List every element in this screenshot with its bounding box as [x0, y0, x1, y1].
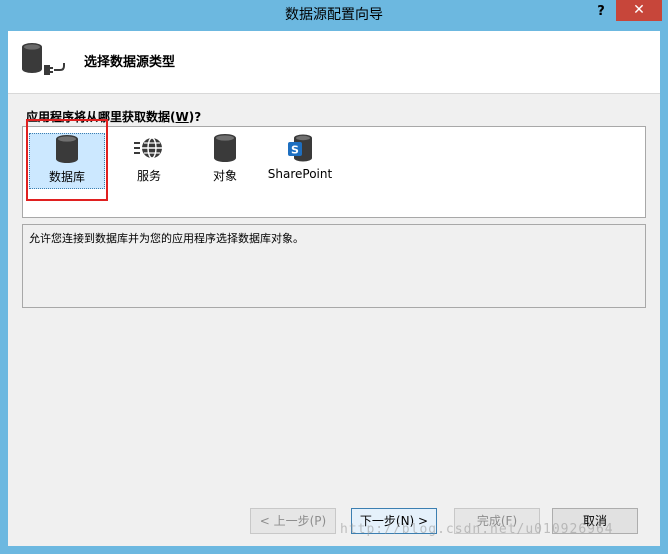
window-title: 数据源配置向导 [285, 7, 383, 23]
option-sharepoint[interactable]: S SharePoint [255, 133, 345, 189]
question-suffix: )? [188, 110, 202, 124]
close-button[interactable]: ✕ [616, 0, 662, 21]
data-source-type-list: 数据库 服务 对象 S SharePoint [22, 126, 646, 218]
help-button[interactable]: ? [588, 2, 614, 22]
wizard-header: 选择数据源类型 [8, 31, 660, 94]
object-icon [214, 134, 236, 162]
database-connect-icon [20, 41, 70, 81]
service-globe-icon [134, 137, 162, 159]
svg-text:S: S [291, 144, 299, 157]
option-label: SharePoint [267, 167, 333, 181]
page-title: 选择数据源类型 [84, 55, 176, 70]
option-label: 数据库 [48, 170, 85, 184]
wizard-window: 数据源配置向导 ? ✕ 选择数据源类型 应用程序将从哪里获取数据(W)? 数据库… [0, 0, 668, 554]
option-label: 对象 [212, 169, 237, 183]
question-text: 应用程序将从哪里获取数据( [26, 110, 176, 124]
next-button[interactable]: 下一步(N) > [351, 508, 437, 534]
wizard-body: 选择数据源类型 应用程序将从哪里获取数据(W)? 数据库 服务 对象 S Sha… [8, 31, 660, 546]
option-object[interactable]: 对象 [187, 133, 263, 189]
source-question-label: 应用程序将从哪里获取数据(W)? [26, 108, 201, 125]
previous-button[interactable]: < 上一步(P) [250, 508, 336, 534]
database-icon [56, 135, 78, 163]
question-mnemonic: W [175, 110, 189, 124]
option-label: 服务 [136, 169, 161, 183]
option-service[interactable]: 服务 [111, 133, 187, 189]
cancel-button[interactable]: 取消 [552, 508, 638, 534]
finish-button[interactable]: 完成(F) [454, 508, 540, 534]
sharepoint-icon: S [288, 134, 312, 162]
title-bar: 数据源配置向导 ? ✕ [0, 0, 668, 30]
description-panel: 允许您连接到数据库并为您的应用程序选择数据库对象。 [22, 224, 646, 308]
description-text: 允许您连接到数据库并为您的应用程序选择数据库对象。 [29, 232, 304, 245]
option-database[interactable]: 数据库 [29, 133, 105, 189]
